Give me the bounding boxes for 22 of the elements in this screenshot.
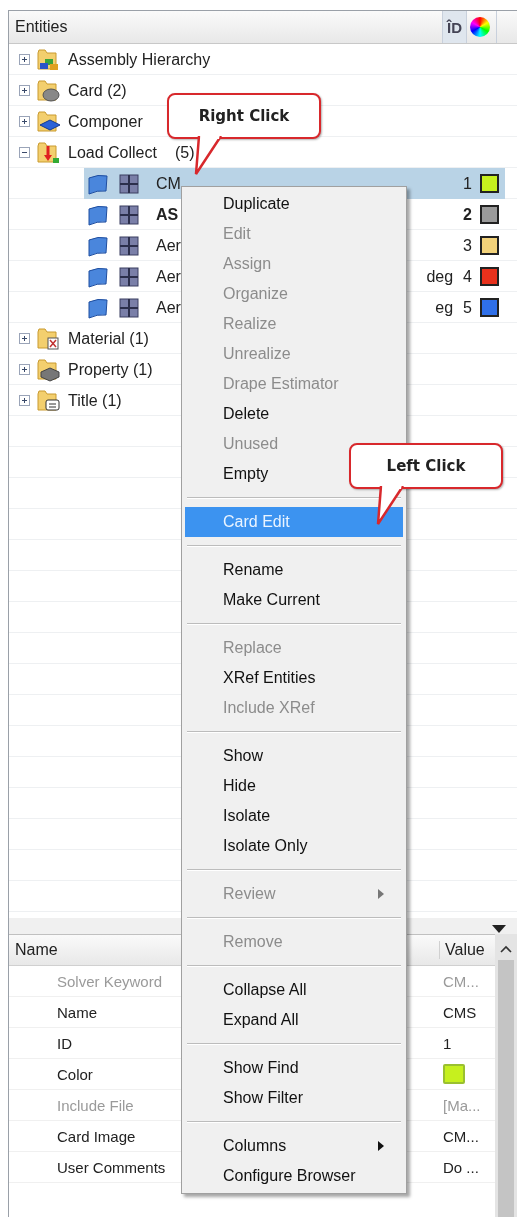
id-value: 3 [463, 236, 472, 255]
property-name: ID [57, 1034, 72, 1052]
property-value: Do ... [443, 1158, 479, 1176]
property-name: Solver Keyword [57, 972, 163, 990]
callout-text: Right Click [198, 107, 290, 125]
property-value: CM... [443, 1127, 479, 1145]
property-value: CM... [443, 972, 479, 990]
item-count: (5) [174, 143, 195, 162]
id-value: 2 [463, 205, 472, 224]
property-value: [Ma... [443, 1096, 481, 1114]
callout-text: Left Click [386, 457, 466, 475]
id-value: 5 [463, 298, 472, 317]
id-value: 1 [463, 174, 472, 193]
property-name: Include File [57, 1096, 134, 1114]
property-name: Name [57, 1003, 97, 1021]
panel-title: Entities [15, 18, 68, 36]
property-value: CMS [443, 1003, 477, 1021]
property-name: User Comments [57, 1158, 166, 1176]
property-name: Color [57, 1065, 93, 1083]
property-value: 1 [443, 1034, 452, 1052]
property-name: Card Image [57, 1127, 136, 1145]
id-value: 4 [463, 267, 472, 286]
